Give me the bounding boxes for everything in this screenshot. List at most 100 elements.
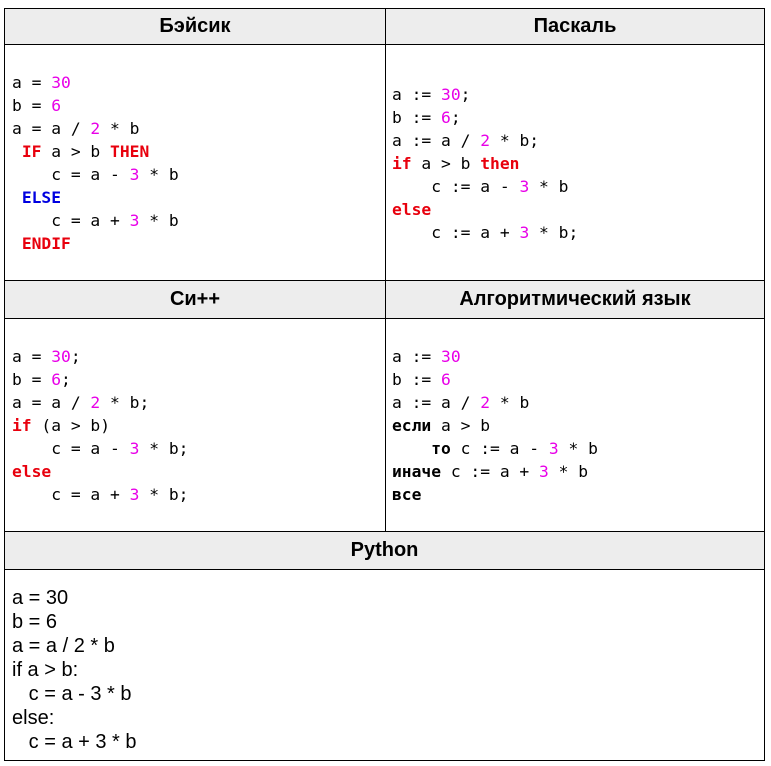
- code-number: 3: [129, 439, 140, 458]
- code-line: a = a / 2 * b;: [12, 391, 188, 414]
- code-line: a = 30;: [12, 345, 188, 368]
- code-text: c := a +: [441, 462, 540, 481]
- code-line: c := a - 3 * b: [392, 175, 578, 198]
- header-python: Python: [5, 532, 764, 569]
- code-line: все: [392, 483, 598, 506]
- code-line: b := 6: [392, 368, 598, 391]
- code-keyword: if: [12, 416, 32, 435]
- code-line: a = a / 2 * b: [12, 117, 179, 140]
- code-text: (a > b): [31, 416, 111, 435]
- code-text: c = a -: [12, 439, 130, 458]
- code-pascal: a := 30; b := 6; a := a / 2 * b; if a > b t…: [392, 83, 578, 244]
- code-line: if a > b then: [392, 152, 578, 175]
- code-number: 3: [548, 439, 559, 458]
- code-keyword: else: [392, 200, 432, 219]
- code-line: if (a > b): [12, 414, 188, 437]
- code-cpp: a = 30; b = 6; a = a / 2 * b; if (a > b) c …: [12, 345, 188, 506]
- code-text: a = a /: [12, 393, 91, 412]
- code-text: * b: [100, 119, 140, 138]
- code-keyword: все: [392, 485, 422, 504]
- code-line: a = a / 2 * b: [12, 635, 115, 657]
- code-text: * b: [558, 439, 598, 458]
- code-number: 3: [129, 485, 140, 504]
- code-keyword: ELSE: [21, 188, 62, 207]
- code-keyword: else: [12, 462, 52, 481]
- column-divider: [385, 9, 386, 532]
- code-line: a := 30;: [392, 83, 578, 106]
- code-keyword: then: [480, 154, 520, 173]
- code-keyword: IF: [21, 142, 42, 161]
- code-text: b :=: [392, 370, 442, 389]
- code-line: IF a > b THEN: [12, 140, 179, 163]
- code-number: 30: [51, 73, 71, 92]
- code-text: a =: [12, 73, 52, 92]
- code-text: c = a +: [12, 485, 130, 504]
- code-line: c = a + 3 * b: [12, 731, 137, 753]
- code-keyword: иначе: [392, 462, 442, 481]
- code-text: * b;: [139, 439, 189, 458]
- code-line: else:: [12, 707, 55, 729]
- code-text: c = a +: [12, 211, 130, 230]
- code-line: else: [12, 460, 188, 483]
- code-text: * b: [548, 462, 589, 481]
- code-line: if a > b:: [12, 659, 79, 681]
- code-text: a :=: [392, 347, 442, 366]
- code-line: ELSE: [12, 186, 179, 209]
- header-basic: Бэйсик: [5, 9, 385, 44]
- code-line: c := a + 3 * b;: [392, 221, 578, 244]
- code-number: 6: [51, 370, 62, 389]
- code-number: 3: [519, 177, 530, 196]
- code-keyword: то: [431, 439, 451, 458]
- code-number: 2: [480, 393, 491, 412]
- code-comparison-table: Бэйсик Паскаль a = 30 b = 6a = a / 2 * b …: [4, 8, 765, 761]
- code-text: * b;: [100, 393, 150, 412]
- code-text: c = a -: [12, 165, 130, 184]
- code-line: b = 6: [12, 94, 179, 117]
- code-text: * b;: [529, 223, 579, 242]
- code-text: ;: [460, 85, 471, 104]
- code-python: a = 30 b = 6a = a / 2 * b if a > b: c = a …: [12, 586, 137, 754]
- code-keyword: если: [392, 416, 432, 435]
- code-text: a > b: [41, 142, 111, 161]
- code-text: a := a /: [392, 131, 481, 150]
- code-line: c = a + 3 * b;: [12, 483, 188, 506]
- divider: [5, 569, 764, 570]
- code-number: 30: [51, 347, 71, 366]
- code-text: c := a -: [450, 439, 549, 458]
- code-text: a > b: [431, 416, 491, 435]
- code-number: 3: [519, 223, 530, 242]
- code-text: * b;: [139, 485, 189, 504]
- code-line: c = a - 3 * b;: [12, 437, 188, 460]
- code-text: b =: [12, 370, 52, 389]
- code-line: то c := a - 3 * b: [392, 437, 598, 460]
- code-text: * b;: [490, 131, 540, 150]
- code-text: b =: [12, 96, 52, 115]
- code-text: a = a /: [12, 119, 91, 138]
- code-number: 2: [90, 119, 101, 138]
- code-text: a > b: [411, 154, 481, 173]
- code-number: 2: [90, 393, 101, 412]
- code-number: 6: [441, 370, 451, 389]
- code-line: a := a / 2 * b: [392, 391, 598, 414]
- header-cpp: Си++: [5, 281, 385, 318]
- code-number: 3: [539, 462, 549, 481]
- code-text: c := a +: [392, 223, 520, 242]
- code-line: c = a + 3 * b: [12, 209, 178, 232]
- code-number: 30: [441, 85, 461, 104]
- code-line: a = 30: [12, 71, 179, 94]
- code-line: ENDIF: [12, 232, 179, 255]
- code-line: c = a - 3 * b: [12, 163, 179, 186]
- code-number: 3: [129, 211, 140, 230]
- code-text: ;: [450, 108, 461, 127]
- code-line: else: [392, 198, 578, 221]
- code-number: 3: [129, 165, 140, 184]
- code-text: * b: [529, 177, 569, 196]
- code-line: если a > b: [392, 414, 598, 437]
- code-number: 6: [51, 96, 62, 115]
- code-keyword: THEN: [110, 142, 150, 161]
- code-text: * b: [139, 165, 179, 184]
- code-basic: a = 30 b = 6a = a / 2 * b IF a > b THEN c…: [12, 71, 179, 255]
